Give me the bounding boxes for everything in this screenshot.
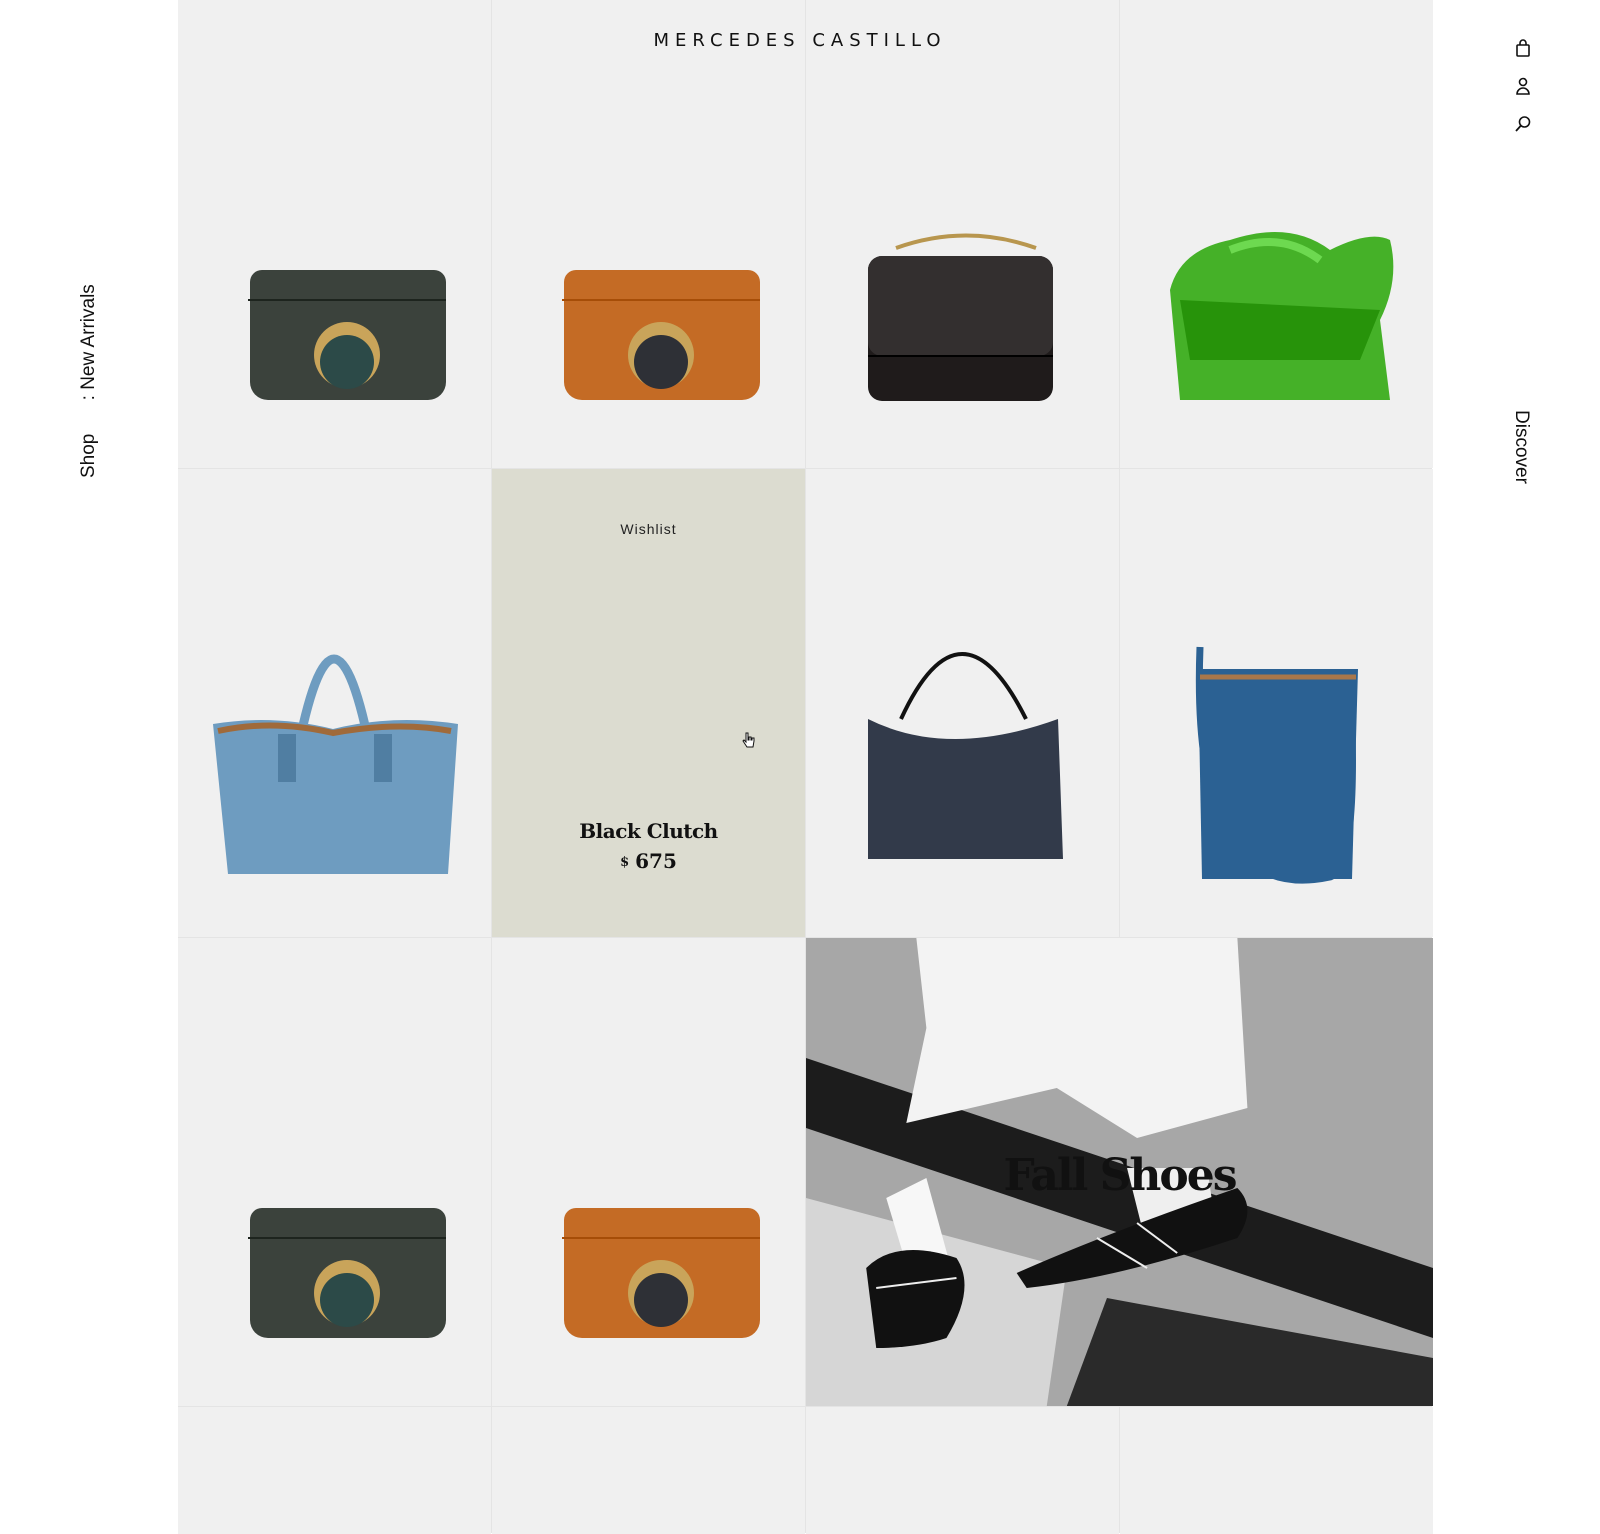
product-card[interactable] <box>492 938 805 1406</box>
left-vertical-nav: Shop : New Arrivals <box>60 250 120 490</box>
product-image <box>248 270 446 400</box>
banner-title: Fall Shoes <box>1003 1150 1238 1201</box>
search-icon[interactable] <box>1513 114 1533 134</box>
product-image <box>248 1208 446 1338</box>
fall-shoes-banner[interactable]: Fall Shoes <box>806 938 1433 1406</box>
account-icon[interactable] <box>1513 76 1533 96</box>
product-card[interactable] <box>178 1407 491 1534</box>
pointer-cursor-icon <box>742 732 755 748</box>
brand-logo[interactable]: MERCEDES CASTILLO <box>0 30 1600 51</box>
product-card[interactable] <box>806 0 1119 468</box>
product-card[interactable] <box>806 469 1119 937</box>
product-card[interactable] <box>178 469 491 937</box>
product-image <box>868 652 1063 859</box>
product-card[interactable] <box>806 1407 1119 1534</box>
wishlist-card[interactable]: Wishlist Black Clutch $675 <box>492 469 805 937</box>
product-price: $675 <box>492 849 805 873</box>
product-image <box>562 270 760 400</box>
wishlist-button[interactable]: Wishlist <box>492 521 805 537</box>
product-card[interactable] <box>1120 469 1433 937</box>
product-grid: Wishlist Black Clutch $675 Fall Shoes <box>178 0 1433 1534</box>
product-card[interactable] <box>1120 1407 1433 1534</box>
discover-link[interactable]: Discover <box>1510 410 1532 484</box>
right-vertical-nav: Discover <box>1508 410 1582 484</box>
product-card[interactable] <box>1120 0 1433 468</box>
new-arrivals-link[interactable]: : New Arrivals <box>78 284 100 400</box>
price-value: 675 <box>635 849 677 873</box>
product-image <box>562 1208 760 1338</box>
product-card[interactable] <box>492 0 805 468</box>
product-image <box>213 654 458 874</box>
currency-symbol: $ <box>620 855 630 870</box>
product-image <box>868 233 1053 401</box>
product-card[interactable] <box>178 938 491 1406</box>
product-image <box>1195 646 1358 884</box>
product-image <box>1170 232 1394 400</box>
product-card[interactable] <box>492 1407 805 1534</box>
product-name: Black Clutch <box>579 819 718 843</box>
shop-link[interactable]: Shop <box>78 434 100 478</box>
header-icons <box>1508 38 1538 134</box>
product-card[interactable] <box>178 0 491 468</box>
